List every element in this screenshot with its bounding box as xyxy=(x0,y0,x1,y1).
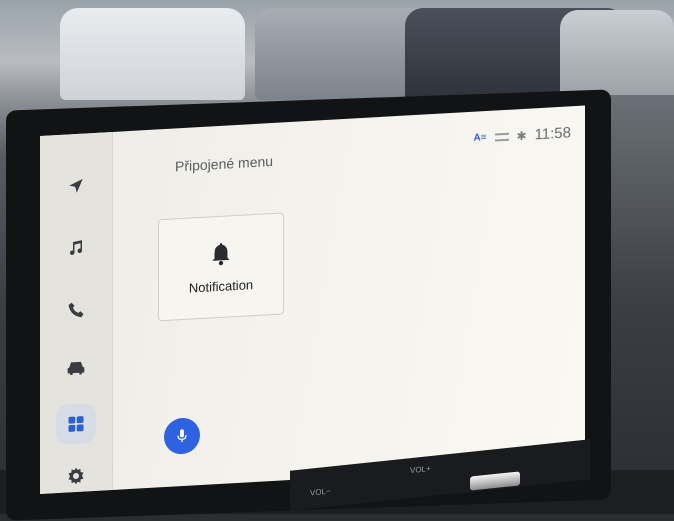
text-size-icon: A≡ xyxy=(473,132,487,144)
notification-tile-label: Notification xyxy=(188,276,254,296)
apps-grid-icon xyxy=(68,416,84,432)
infotainment-screen: Připojené menu A≡ ✱ 11:58 Notification xyxy=(40,105,585,494)
sidebar-item-apps[interactable] xyxy=(56,402,96,446)
sidebar-item-navigation[interactable] xyxy=(56,165,96,207)
menu-icon xyxy=(494,132,509,142)
navigation-icon xyxy=(69,178,83,193)
parked-car-white xyxy=(60,8,245,100)
page-title: Připojené menu xyxy=(175,152,274,175)
sidebar xyxy=(40,131,113,494)
clock: 11:58 xyxy=(534,124,571,144)
car-icon xyxy=(67,361,85,375)
voice-assistant-button[interactable] xyxy=(164,417,200,456)
settings-icon xyxy=(68,467,84,485)
status-bar: A≡ ✱ 11:58 xyxy=(473,124,571,146)
sidebar-item-settings[interactable] xyxy=(56,455,96,494)
sidebar-item-phone[interactable] xyxy=(56,289,96,331)
notification-tile[interactable]: Notification xyxy=(158,212,284,322)
bluetooth-icon: ✱ xyxy=(516,128,527,143)
volume-down-button[interactable]: VOL− xyxy=(310,486,331,497)
volume-up-button[interactable]: VOL+ xyxy=(410,464,431,475)
music-icon xyxy=(70,240,83,255)
sidebar-item-vehicle[interactable] xyxy=(56,347,96,389)
parked-car-grey xyxy=(560,10,674,100)
sidebar-item-music[interactable] xyxy=(56,227,96,269)
bell-icon xyxy=(212,242,230,265)
microphone-icon xyxy=(177,429,187,443)
dashboard-panel xyxy=(600,95,674,514)
phone-icon xyxy=(68,302,84,318)
